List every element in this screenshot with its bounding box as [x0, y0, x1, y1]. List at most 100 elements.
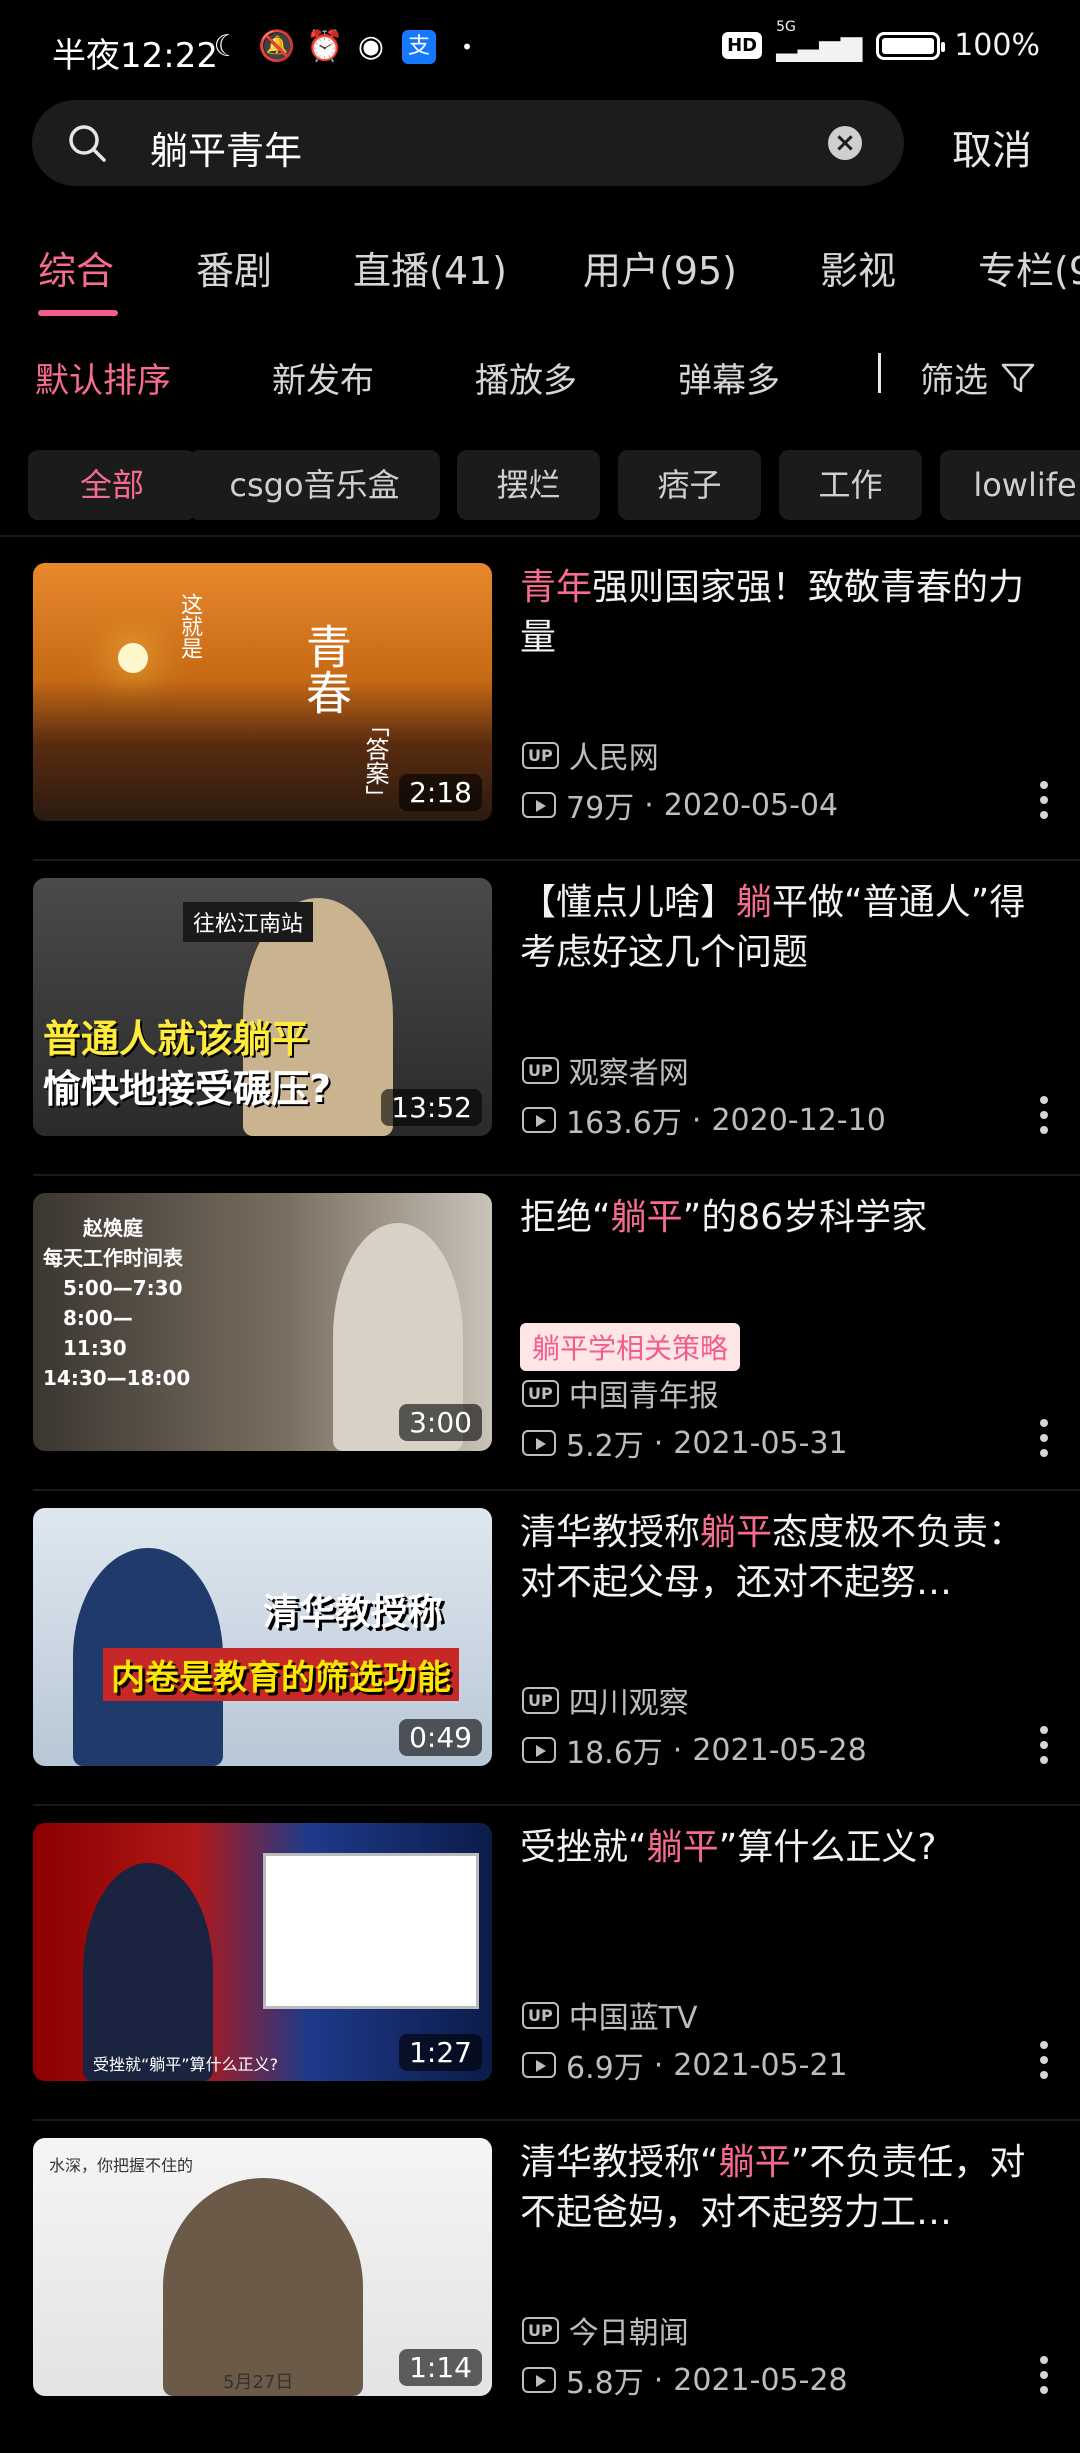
uploader-row[interactable]: UP 观察者网 — [522, 1048, 689, 1092]
video-title[interactable]: 清华教授称“躺平”不负责任，对不起爸妈，对不起努力工… — [520, 2138, 1050, 2238]
uploader-row[interactable]: UP 中国青年报 — [522, 1371, 719, 1415]
thumb-text: 8:00—11:30 — [63, 1306, 133, 1360]
view-count: 163.6万 — [566, 1106, 682, 1141]
more-options-icon[interactable] — [1040, 1419, 1048, 1457]
battery-fill — [882, 37, 935, 54]
status-icons: ☾ 🔕 ⏰ ◉ 支 • — [210, 30, 484, 64]
play-count-icon — [522, 1107, 556, 1133]
up-icon: UP — [522, 2001, 559, 2029]
chips-divider — [0, 535, 1080, 537]
status-bar: 半夜12:22 ☾ 🔕 ⏰ ◉ 支 • HD 5G ▂▃▅▆ 100% — [0, 0, 1080, 100]
tab-all[interactable]: 综合 — [38, 240, 114, 295]
video-item[interactable]: 水深，你把握不住的 5月27日 1:14 清华教授称“躺平”不负责任，对不起爸妈… — [0, 2138, 1080, 2453]
tab-film[interactable]: 影视 — [820, 240, 896, 295]
video-title[interactable]: 【懂点儿啥】躺平做“普通人”得考虑好这几个问题 — [520, 878, 1050, 978]
title-text: 清华教授称 — [520, 1512, 701, 1553]
video-thumbnail[interactable]: 受挫就“躺平”算什么正义? 1:27 — [33, 1823, 492, 2081]
related-tag[interactable]: 躺平学相关策略 — [520, 1323, 741, 1371]
chip-all[interactable]: 全部 — [28, 450, 196, 520]
video-thumbnail[interactable]: 往松江南站 普通人就该躺平 愉快地接受碾压? 13:52 — [33, 878, 492, 1136]
play-count-icon — [522, 1737, 556, 1763]
thumb-text: 青春 — [299, 623, 353, 715]
uploader-row[interactable]: UP 四川观察 — [522, 1678, 689, 1722]
uploader-name: 人民网 — [568, 741, 659, 776]
item-divider — [33, 1804, 1080, 1806]
video-title[interactable]: 清华教授称躺平态度极不负责：对不起父母，还对不起努… — [520, 1508, 1050, 1608]
thumb-text: 这就是 — [177, 593, 202, 659]
thumb-text: 5月27日 — [223, 2372, 294, 2393]
publish-date: 2021-05-31 — [673, 1425, 848, 1461]
title-highlight: 青年 — [520, 567, 593, 608]
duration-badge: 1:27 — [399, 2034, 482, 2071]
video-item[interactable]: 往松江南站 普通人就该躺平 愉快地接受碾压? 13:52 【懂点儿啥】躺平做“普… — [0, 878, 1080, 1193]
active-tab-indicator — [38, 310, 118, 316]
category-chips: 全部 csgo音乐盒 摆烂 痞子 工作 lowlife — [0, 450, 1080, 520]
title-highlight: 躺平 — [700, 1512, 773, 1553]
search-icon — [69, 125, 106, 162]
video-item[interactable]: 受挫就“躺平”算什么正义? 1:27 受挫就“躺平”算什么正义? UP 中国蓝T… — [0, 1823, 1080, 2138]
battery-icon — [876, 31, 946, 60]
person-graphic — [83, 1863, 213, 2081]
tab-column[interactable]: 专栏(9 — [978, 240, 1080, 295]
dot-icon: • — [461, 35, 473, 59]
filter-button[interactable]: 筛选 — [920, 353, 1036, 402]
uploader-name: 观察者网 — [568, 1056, 689, 1091]
more-options-icon[interactable] — [1040, 1726, 1048, 1764]
more-options-icon[interactable] — [1040, 2356, 1048, 2394]
video-thumbnail[interactable]: 清华教授称 内卷是教育的筛选功能 0:49 — [33, 1508, 492, 1766]
video-title[interactable]: 青年强则国家强！致敬青春的力量 — [520, 563, 1050, 663]
title-highlight: 躺 — [736, 882, 773, 923]
dot-separator: · — [653, 2047, 664, 2083]
dot-separator: · — [653, 2362, 664, 2398]
chip-csgo[interactable]: csgo音乐盒 — [189, 450, 440, 520]
thumb-text: 内卷是教育的筛选功能 — [103, 1648, 459, 1701]
video-item[interactable]: 赵焕庭 每天工作时间表 5:00—7:30 8:00—11:30 14:30—1… — [0, 1193, 1080, 1508]
network-label: 5G — [776, 19, 796, 35]
item-divider — [33, 2119, 1080, 2121]
video-thumbnail[interactable]: 赵焕庭 每天工作时间表 5:00—7:30 8:00—11:30 14:30—1… — [33, 1193, 492, 1451]
video-title[interactable]: 拒绝“躺平”的86岁科学家 — [520, 1193, 1050, 1243]
more-options-icon[interactable] — [1040, 781, 1048, 819]
tab-bangumi[interactable]: 番剧 — [196, 240, 272, 295]
search-input[interactable]: 躺平青年 × — [32, 100, 904, 186]
play-count-icon — [522, 2052, 556, 2078]
search-query[interactable]: 躺平青年 — [150, 120, 302, 175]
uploader-row[interactable]: UP 今日朝闻 — [522, 2308, 689, 2352]
video-thumbnail[interactable]: 水深，你把握不住的 5月27日 1:14 — [33, 2138, 492, 2396]
item-divider — [33, 1489, 1080, 1491]
status-time: 半夜12:22 — [52, 36, 218, 76]
stats-row: 5.8万 · 2021-05-28 — [522, 2358, 848, 2402]
tab-live[interactable]: 直播(41) — [353, 240, 507, 295]
video-item[interactable]: 这就是 青春 「答案」 2:18 青年强则国家强！致敬青春的力量 UP 人民网 … — [0, 563, 1080, 878]
video-title[interactable]: 受挫就“躺平”算什么正义? — [520, 1823, 1050, 1873]
uploader-name: 四川观察 — [568, 1686, 689, 1721]
view-count: 6.9万 — [566, 2051, 644, 2086]
title-text: ”算什么正义? — [718, 1827, 937, 1868]
uploader-row[interactable]: UP 中国蓝TV — [522, 1993, 698, 2037]
publish-date: 2021-05-28 — [673, 2362, 848, 2398]
uploader-row[interactable]: UP 人民网 — [522, 733, 659, 777]
thumb-text: 清华教授称 — [263, 1592, 444, 1633]
filter-label: 筛选 — [920, 361, 988, 401]
video-item[interactable]: 清华教授称 内卷是教育的筛选功能 0:49 清华教授称躺平态度极不负责：对不起父… — [0, 1508, 1080, 1823]
stats-row: 18.6万 · 2021-05-28 — [522, 1728, 867, 1772]
more-options-icon[interactable] — [1040, 2041, 1048, 2079]
title-text: 受挫就“ — [520, 1827, 647, 1868]
dot-separator: · — [644, 787, 654, 823]
cancel-button[interactable]: 取消 — [952, 118, 1032, 176]
chip-bailan[interactable]: 摆烂 — [457, 450, 600, 520]
chip-pizi[interactable]: 痞子 — [618, 450, 761, 520]
chip-lowlife[interactable]: lowlife — [940, 450, 1080, 520]
person-graphic — [163, 2178, 363, 2396]
sort-divider — [878, 353, 881, 393]
clear-icon[interactable]: × — [828, 126, 862, 160]
duration-badge: 3:00 — [399, 1404, 482, 1441]
tab-users[interactable]: 用户(95) — [583, 240, 737, 295]
up-icon: UP — [522, 741, 559, 769]
title-text: 拒绝“ — [520, 1197, 611, 1238]
chip-work[interactable]: 工作 — [779, 450, 922, 520]
video-thumbnail[interactable]: 这就是 青春 「答案」 2:18 — [33, 563, 492, 821]
more-options-icon[interactable] — [1040, 1096, 1048, 1134]
duration-badge: 0:49 — [399, 1719, 482, 1756]
view-count: 5.2万 — [566, 1429, 644, 1464]
